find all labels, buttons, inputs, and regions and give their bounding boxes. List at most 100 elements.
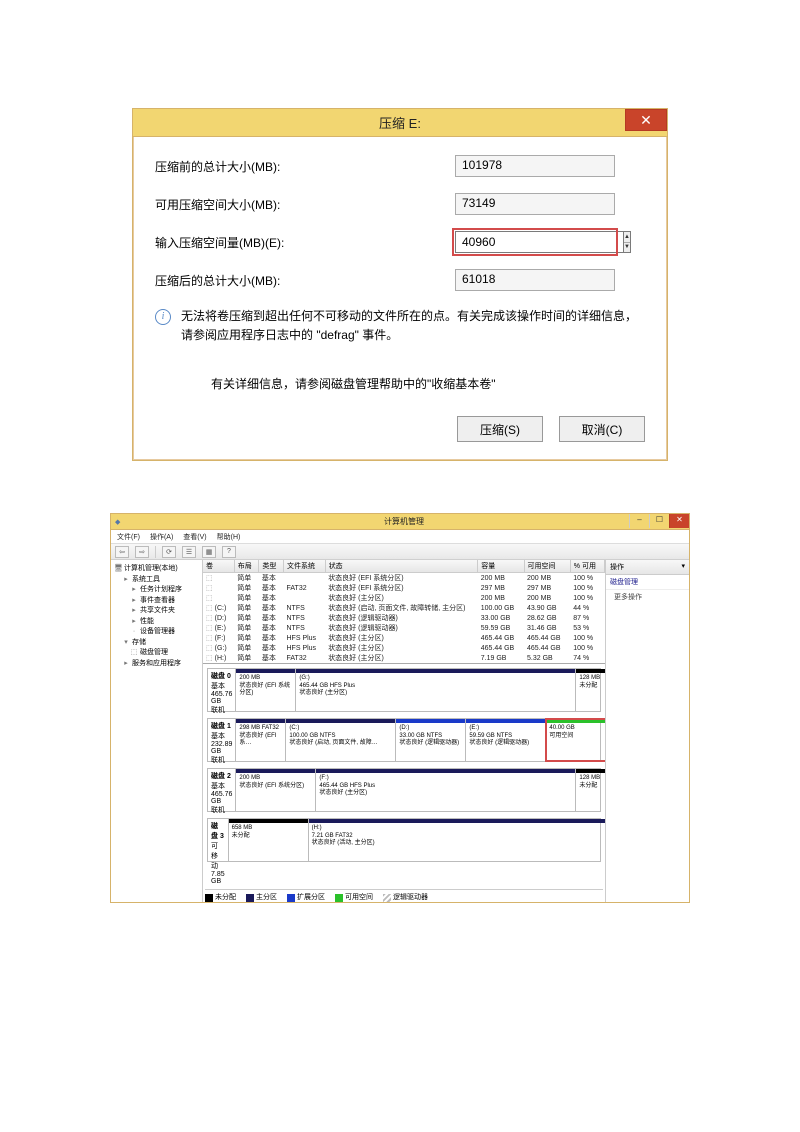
actions-section[interactable]: 磁盘管理	[606, 575, 689, 590]
disk-layout-pane: 磁盘 0基本465.76 GB联机200 MB状态良好 (EFI 系统分区)(G…	[203, 664, 605, 883]
col-cap[interactable]: 容量	[478, 560, 524, 573]
spinner-up-icon[interactable]: ▲	[624, 232, 630, 243]
menu-help[interactable]: 帮助(H)	[217, 532, 241, 542]
dm-body: 🖥计算机管理(本地) ▸系统工具 ▸任务计划程序 ▸事件查看器 ▸共享文件夹 ▸…	[111, 560, 689, 903]
partition[interactable]: 658 MB未分配	[229, 819, 309, 861]
col-status[interactable]: 状态	[325, 560, 478, 573]
legend: 未分配 主分区 扩展分区 可用空间 逻辑驱动器	[205, 889, 603, 902]
tree-system-tools[interactable]: ▸系统工具	[114, 575, 199, 586]
close-button[interactable]: ✕	[625, 109, 667, 131]
actions-more[interactable]: 更多操作	[606, 590, 689, 604]
shrink-button[interactable]: 压缩(S)	[457, 416, 543, 442]
table-row[interactable]: (G:)简单基本HFS Plus状态良好 (主分区)465.44 GB465.4…	[203, 643, 605, 653]
partition[interactable]: 200 MB状态良好 (EFI 系统分区)	[236, 769, 316, 811]
partition[interactable]: 128 MB未分配	[576, 669, 605, 711]
menu-action[interactable]: 操作(A)	[150, 532, 173, 542]
disk-label: 磁盘 0基本465.76 GB联机	[208, 669, 236, 711]
dm-menu: 文件(F) 操作(A) 查看(V) 帮助(H)	[111, 530, 689, 544]
col-layout[interactable]: 布局	[234, 560, 259, 573]
shrink-amount-spinner[interactable]: ▲ ▼	[455, 231, 615, 253]
menu-file[interactable]: 文件(F)	[117, 532, 140, 542]
menu-view[interactable]: 查看(V)	[183, 532, 206, 542]
spinner-down-icon[interactable]: ▼	[624, 243, 630, 253]
dm-nav-tree: 🖥计算机管理(本地) ▸系统工具 ▸任务计划程序 ▸事件查看器 ▸共享文件夹 ▸…	[111, 560, 203, 903]
toolbar-list-icon[interactable]: ☰	[182, 546, 196, 558]
tree-shared-folders[interactable]: ▸共享文件夹	[114, 606, 199, 617]
partition[interactable]: (H:)7.21 GB FAT32状态良好 (活动, 主分区)	[309, 819, 605, 861]
table-row[interactable]: 简单基本FAT32状态良好 (EFI 系统分区)297 MB297 MB100 …	[203, 583, 605, 593]
value-total-before: 101978	[455, 155, 615, 177]
partition[interactable]: (C:)100.00 GB NTFS状态良好 (启动, 页面文件, 故障…	[286, 719, 396, 761]
close-button[interactable]: ✕	[669, 514, 689, 528]
table-row[interactable]: 简单基本状态良好 (主分区)200 MB200 MB100 %	[203, 593, 605, 603]
disk-row: 磁盘 2基本465.76 GB联机200 MB状态良好 (EFI 系统分区)(F…	[207, 768, 601, 812]
table-row[interactable]: (E:)简单基本NTFS状态良好 (逻辑驱动器)59.59 GB31.46 GB…	[203, 623, 605, 633]
dm-main: 卷 布局 类型 文件系统 状态 容量 可用空间 % 可用 简单基本状态良好 (E…	[203, 560, 605, 903]
col-free[interactable]: 可用空间	[524, 560, 570, 573]
shrink-amount-input[interactable]	[455, 231, 623, 253]
minimize-button[interactable]: –	[629, 514, 649, 528]
partition[interactable]: 128 MB未分配	[576, 769, 605, 811]
spinner-arrows[interactable]: ▲ ▼	[623, 231, 631, 253]
info-row: i 无法将卷压缩到超出任何不可移动的文件所在的点。有关完成该操作时间的详细信息，…	[155, 307, 645, 345]
toolbar-back-icon[interactable]: ⇦	[115, 546, 129, 558]
disk-label: 磁盘 2基本465.76 GB联机	[208, 769, 236, 811]
volume-header-row: 卷 布局 类型 文件系统 状态 容量 可用空间 % 可用	[203, 560, 605, 573]
info-text: 无法将卷压缩到超出任何不可移动的文件所在的点。有关完成该操作时间的详细信息，请参…	[181, 307, 645, 345]
disk-row: 磁盘 3可移动7.85 GB联机658 MB未分配(H:)7.21 GB FAT…	[207, 818, 601, 862]
row-total-before: 压缩前的总计大小(MB): 101978	[155, 155, 645, 177]
maximize-button[interactable]: ☐	[649, 514, 669, 528]
legend-extended: 扩展分区	[287, 892, 325, 902]
table-row[interactable]: (D:)简单基本NTFS状态良好 (逻辑驱动器)33.00 GB28.62 GB…	[203, 613, 605, 623]
partition[interactable]: 40.00 GB可用空间	[546, 719, 605, 761]
toolbar-refresh-icon[interactable]: ⟳	[162, 546, 176, 558]
partition[interactable]: (E:)59.59 GB NTFS状态良好 (逻辑驱动器)	[466, 719, 546, 761]
row-total-after: 压缩后的总计大小(MB): 61018	[155, 269, 645, 291]
label-available: 可用压缩空间大小(MB):	[155, 196, 455, 213]
tree-task-scheduler[interactable]: ▸任务计划程序	[114, 585, 199, 596]
dialog-title: 压缩 E:	[133, 113, 667, 132]
partition[interactable]: (D:)33.00 GB NTFS状态良好 (逻辑驱动器)	[396, 719, 466, 761]
tree-performance[interactable]: ▸性能	[114, 617, 199, 628]
disk-row: 磁盘 0基本465.76 GB联机200 MB状态良好 (EFI 系统分区)(G…	[207, 668, 601, 712]
value-available: 73149	[455, 193, 615, 215]
partition[interactable]: (G:)465.44 GB HFS Plus状态良好 (主分区)	[296, 669, 576, 711]
partition[interactable]: (F:)465.44 GB HFS Plus状态良好 (主分区)	[316, 769, 576, 811]
dm-app-icon: ◆	[115, 518, 120, 526]
col-pct[interactable]: % 可用	[570, 560, 604, 573]
chevron-down-icon[interactable]: ▾	[681, 562, 685, 572]
table-row[interactable]: 简单基本状态良好 (EFI 系统分区)200 MB200 MB100 %	[203, 573, 605, 584]
tree-services[interactable]: ▸服务和应用程序	[114, 659, 199, 670]
table-row[interactable]: (F:)简单基本HFS Plus状态良好 (主分区)465.44 GB465.4…	[203, 633, 605, 643]
info-icon: i	[155, 309, 171, 325]
row-available: 可用压缩空间大小(MB): 73149	[155, 193, 645, 215]
volume-list: 卷 布局 类型 文件系统 状态 容量 可用空间 % 可用 简单基本状态良好 (E…	[203, 560, 605, 664]
dialog-titlebar: 压缩 E: ✕	[133, 109, 667, 137]
cancel-button[interactable]: 取消(C)	[559, 416, 645, 442]
toolbar-properties-icon[interactable]: ▦	[202, 546, 216, 558]
partition[interactable]: 298 MB FAT32状态良好 (EFI 系…	[236, 719, 286, 761]
tree-storage[interactable]: ▾存储	[114, 638, 199, 649]
col-fs[interactable]: 文件系统	[284, 560, 326, 573]
tree-event-viewer[interactable]: ▸事件查看器	[114, 596, 199, 607]
disk-label: 磁盘 3可移动7.85 GB联机	[208, 819, 229, 861]
dialog-body: 压缩前的总计大小(MB): 101978 可用压缩空间大小(MB): 73149…	[133, 137, 667, 460]
window-controls: – ☐ ✕	[629, 514, 689, 528]
tree-device-manager[interactable]: ·设备管理器	[114, 627, 199, 638]
shrink-volume-dialog: 压缩 E: ✕ 压缩前的总计大小(MB): 101978 可用压缩空间大小(MB…	[132, 108, 668, 461]
actions-header: 操作▾	[606, 560, 689, 575]
tree-root[interactable]: 🖥计算机管理(本地)	[114, 564, 199, 575]
table-row[interactable]: (H:)简单基本FAT32状态良好 (主分区)7.19 GB5.32 GB74 …	[203, 653, 605, 663]
row-enter-amount: 输入压缩空间量(MB)(E): ▲ ▼	[155, 231, 645, 253]
dm-titlebar: ◆ 计算机管理 – ☐ ✕	[111, 514, 689, 530]
label-total-after: 压缩后的总计大小(MB):	[155, 272, 455, 289]
col-vol[interactable]: 卷	[203, 560, 234, 573]
col-type[interactable]: 类型	[259, 560, 284, 573]
tree-disk-management[interactable]: ⬚磁盘管理	[114, 648, 199, 659]
toolbar-help-icon[interactable]: ?	[222, 546, 236, 558]
partition[interactable]: 200 MB状态良好 (EFI 系统分区)	[236, 669, 296, 711]
table-row[interactable]: (C:)简单基本NTFS状态良好 (启动, 页面文件, 故障转储, 主分区)10…	[203, 603, 605, 613]
dm-toolbar: ⇦ ⇨ ⟳ ☰ ▦ ?	[111, 544, 689, 560]
toolbar-forward-icon[interactable]: ⇨	[135, 546, 149, 558]
value-total-after: 61018	[455, 269, 615, 291]
